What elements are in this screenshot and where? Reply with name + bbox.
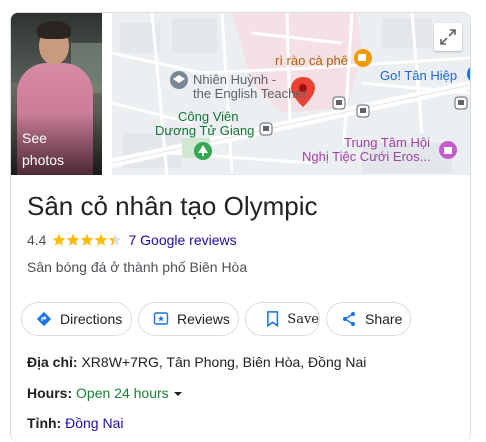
map-label-english-1: Nhiên Huỳnh - [193,72,277,87]
place-title: Sân cỏ nhân tạo Olympic [27,191,318,221]
share-icon [343,312,355,326]
province-row: Tỉnh: Đồng Nai [27,413,123,433]
knowledge-panel: See photos rì rào cà phê Nhiên Huỳnh - t… [10,12,471,442]
save-button[interactable]: Save [245,302,320,336]
address-value: XR8W+7RG, Tân Phong, Biên Hòa, Đồng Nai [81,354,367,370]
star-icons [53,233,122,246]
directions-label: Directions [60,311,123,327]
caret-down-icon[interactable] [173,389,183,399]
see-photos-label[interactable]: See photos [22,127,64,171]
map-label-hoi-1: Trung Tâm Hội [344,135,430,150]
place-photo[interactable]: See photos [11,13,102,175]
map-label-park-2: Dương Tử Giang [155,123,255,138]
map-label-park-1: Công Viên [178,109,239,124]
map-label-cafe: rì rào cà phê [275,53,348,68]
reviews-label: Reviews [177,311,230,327]
photo-person-hair [37,21,71,39]
share-label: Share [365,311,403,327]
rating-row: 4.4 7 Google reviews [27,231,237,249]
hours-label: Hours: [27,385,73,401]
share-button[interactable]: Share [326,302,411,336]
bookmark-icon [267,311,279,328]
panel-header-media: See photos rì rào cà phê Nhiên Huỳnh - t… [11,13,470,175]
review-icon [153,312,169,325]
expand-icon [440,29,456,45]
save-label: Save [287,311,319,327]
google-reviews-link[interactable]: 7 Google reviews [128,231,236,249]
address-row: Địa chỉ: XR8W+7RG, Tân Phong, Biên Hòa, … [27,352,366,372]
province-link[interactable]: Đồng Nai [65,415,123,431]
reviews-button[interactable]: Reviews [138,302,239,336]
directions-button[interactable]: Directions [21,302,132,336]
map-label-tanhiep: Go! Tân Hiệp [380,68,458,83]
map-label-hoi-2: Nghị Tiệc Cưới Eros... [302,149,431,164]
address-label: Địa chỉ: [27,354,78,370]
place-category: Sân bóng đá ở thành phố Biên Hòa [27,259,248,275]
expand-map-button[interactable] [434,23,462,51]
hours-value[interactable]: Open 24 hours [76,385,169,401]
province-label: Tỉnh: [27,415,62,431]
directions-icon [36,311,52,327]
map-preview[interactable]: rì rào cà phê Nhiên Huỳnh - the English … [112,13,470,175]
map-label-english-2: the English Teacher [193,86,307,101]
rating-value: 4.4 [27,232,47,248]
hours-row: Hours: Open 24 hours [27,383,183,403]
star-rating [52,233,122,247]
